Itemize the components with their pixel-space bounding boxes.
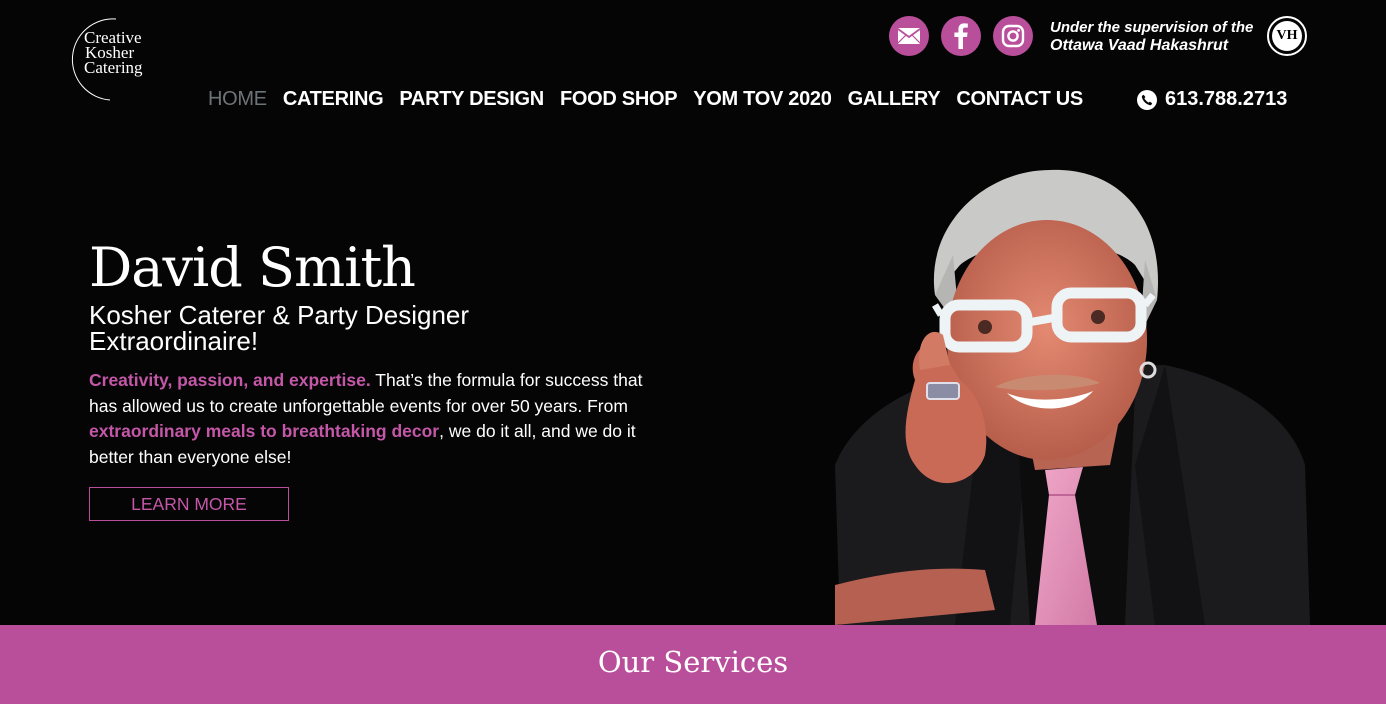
nav-home[interactable]: HOME: [208, 88, 267, 111]
hero-subtitle: Kosher Caterer & Party Designer Extraord…: [89, 300, 470, 356]
vh-badge-icon: VH: [1272, 21, 1302, 51]
email-icon: [898, 28, 920, 44]
phone-number: 613.788.2713: [1165, 88, 1288, 110]
phone-link[interactable]: 613.788.2713: [1137, 88, 1287, 111]
hero-section: David Smith Kosher Caterer & Party Desig…: [89, 236, 669, 521]
nav-contact-us[interactable]: CONTACT US: [956, 88, 1083, 111]
logo-line-3: Catering: [84, 58, 143, 77]
hero-description: Creativity, passion, and expertise. That…: [89, 368, 664, 470]
services-section: Our Services: [0, 625, 1386, 704]
instagram-icon: [1001, 24, 1025, 48]
nav-catering[interactable]: CATERING: [283, 88, 384, 111]
chef-portrait-image: [835, 169, 1310, 625]
hero-highlight-2: extraordinary meals to breathtaking deco…: [89, 421, 440, 441]
nav-party-design[interactable]: PARTY DESIGN: [399, 88, 544, 111]
supervision-line-1: Under the supervision of the: [1050, 19, 1254, 36]
social-links: [889, 16, 1033, 56]
logo-text: Creative Kosher Catering: [84, 29, 143, 77]
hero-title: David Smith: [89, 236, 416, 299]
facebook-link[interactable]: [941, 16, 981, 56]
kashrut-supervision: Under the supervision of the Ottawa Vaad…: [1050, 19, 1253, 55]
site-logo[interactable]: Creative Kosher Catering: [52, 10, 162, 114]
learn-more-button[interactable]: LEARN MORE: [89, 487, 289, 521]
hero-highlight-1: Creativity, passion, and expertise.: [89, 370, 371, 390]
nav-gallery[interactable]: GALLERY: [848, 88, 941, 111]
supervision-line-2: Ottawa Vaad Hakashrut: [1050, 37, 1229, 54]
phone-icon: [1137, 89, 1157, 110]
instagram-link[interactable]: [993, 16, 1033, 56]
nav-food-shop[interactable]: FOOD SHOP: [560, 88, 678, 111]
nav-yom-tov-2020[interactable]: YOM TOV 2020: [693, 88, 832, 111]
main-nav: HOME CATERING PARTY DESIGN FOOD SHOP YOM…: [208, 88, 1099, 111]
vaad-hakashrut-badge[interactable]: VH: [1267, 16, 1307, 56]
facebook-icon: [954, 23, 968, 49]
services-title: Our Services: [597, 645, 789, 679]
email-link[interactable]: [889, 16, 929, 56]
